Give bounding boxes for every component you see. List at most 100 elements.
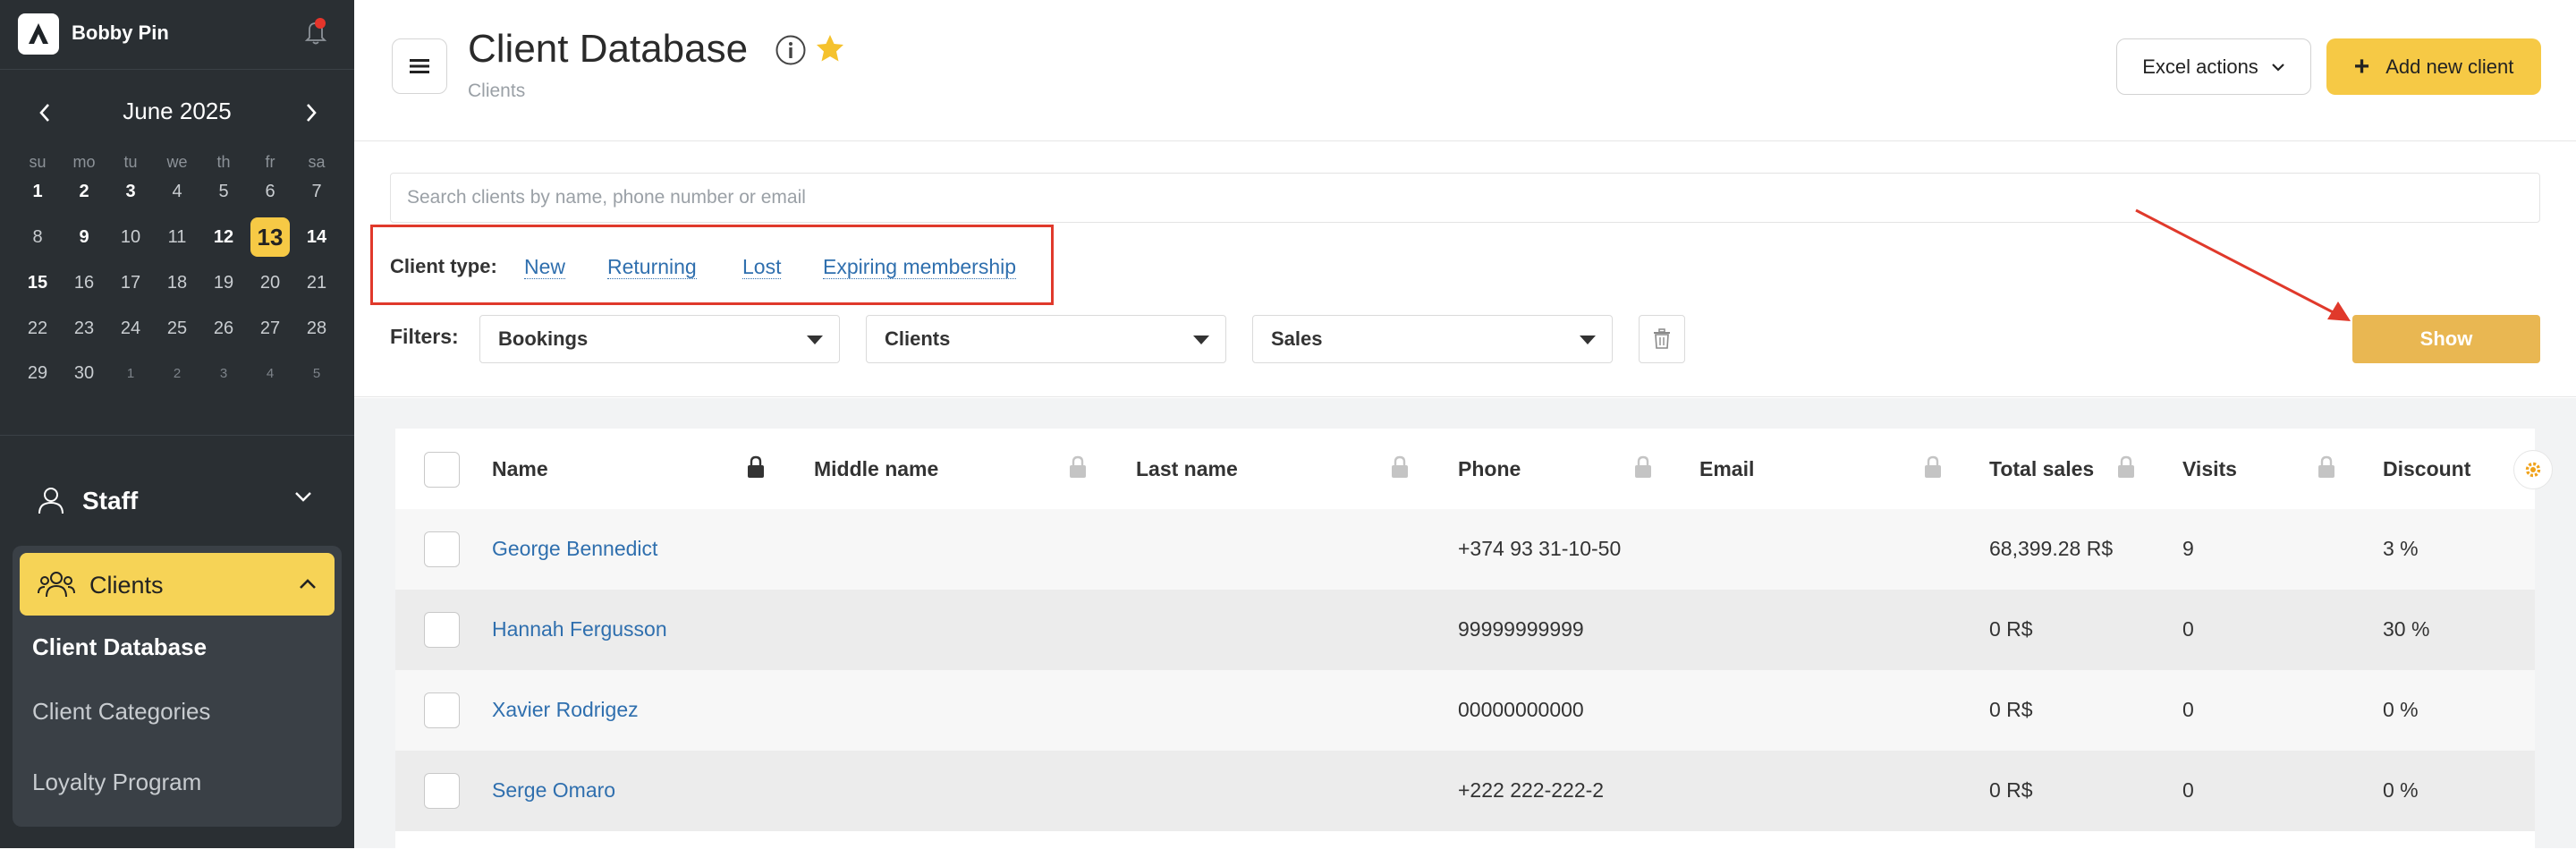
client-type-returning-link[interactable]: Returning — [607, 255, 697, 279]
lock-icon[interactable] — [1923, 455, 1943, 483]
calendar-day[interactable]: 16 — [64, 263, 104, 302]
calendar-day[interactable]: 22 — [18, 309, 57, 348]
select-all-checkbox[interactable] — [424, 452, 460, 488]
breadcrumb[interactable]: Clients — [468, 81, 525, 102]
calendar-day[interactable]: 2 — [157, 353, 197, 393]
add-new-client-label: Add new client — [2385, 55, 2514, 78]
calendar-day[interactable]: 30 — [64, 353, 104, 393]
calendar-day[interactable]: 21 — [297, 263, 336, 302]
favorite-star-icon[interactable] — [815, 33, 845, 68]
table-row[interactable]: Xavier Rodrigez 00000000000 0 R$ 0 0 % — [395, 670, 2535, 751]
client-type-expiring-membership-link[interactable]: Expiring membership — [823, 255, 1017, 279]
column-header-email[interactable]: Email — [1699, 457, 1754, 481]
calendar-day[interactable]: 7 — [297, 172, 336, 211]
total-sales-cell: 68,399.28 R$ — [1989, 537, 2114, 560]
calendar-day[interactable]: 3 — [111, 172, 150, 211]
sidebar-item-staff[interactable]: Staff — [0, 465, 354, 533]
column-header-total-sales[interactable]: Total sales — [1989, 457, 2094, 481]
calendar-day[interactable]: 2 — [64, 172, 104, 211]
row-checkbox[interactable] — [424, 531, 460, 567]
client-name-link[interactable]: Serge Omaro — [492, 778, 615, 803]
lock-icon[interactable] — [1390, 455, 1410, 483]
lock-icon[interactable] — [1068, 455, 1088, 483]
filters-label: Filters: — [390, 325, 459, 348]
calendar-day[interactable]: 12 — [204, 217, 243, 257]
lock-icon[interactable] — [1633, 455, 1653, 483]
calendar-day[interactable]: 29 — [18, 353, 57, 393]
sales-filter-select[interactable]: Sales — [1252, 315, 1613, 363]
calendar-day[interactable]: 8 — [18, 217, 57, 257]
sidebar-subitem-client-categories[interactable]: Client Categories — [32, 698, 210, 726]
calendar-day[interactable]: 27 — [250, 309, 290, 348]
calendar-day[interactable]: 5 — [204, 172, 243, 211]
calendar-day[interactable]: 5 — [297, 353, 336, 393]
calendar-day[interactable]: 1 — [18, 172, 57, 211]
calendar-day[interactable]: 18 — [157, 263, 197, 302]
column-header-discount[interactable]: Discount — [2383, 457, 2470, 481]
app-logo[interactable] — [18, 13, 59, 55]
info-icon[interactable] — [775, 34, 807, 71]
calendar-prev-icon[interactable] — [30, 98, 60, 128]
excel-actions-label: Excel actions — [2142, 55, 2258, 78]
table-row[interactable]: George Bennedict +374 93 31-10-50 68,399.2… — [395, 509, 2535, 590]
visits-cell: 0 — [2182, 698, 2194, 721]
client-type-new-link[interactable]: New — [524, 255, 566, 279]
row-checkbox[interactable] — [424, 773, 460, 809]
weekday-label: we — [166, 153, 188, 171]
calendar-day[interactable]: 20 — [250, 263, 290, 302]
excel-actions-button[interactable]: Excel actions — [2116, 38, 2311, 95]
calendar-day[interactable]: 28 — [297, 309, 336, 348]
chevron-up-icon — [297, 574, 318, 599]
calendar-day[interactable]: 4 — [157, 172, 197, 211]
calendar-day[interactable]: 10 — [111, 217, 150, 257]
sidebar-item-clients[interactable]: Clients — [20, 553, 335, 616]
calendar-day[interactable]: 26 — [204, 309, 243, 348]
calendar-day[interactable]: 3 — [204, 353, 243, 393]
calendar-day[interactable]: 17 — [111, 263, 150, 302]
table-row[interactable]: Serge Omaro +222 222-222-2 0 R$ 0 0 % — [395, 751, 2535, 831]
column-header-last-name[interactable]: Last name — [1136, 457, 1238, 481]
row-checkbox[interactable] — [424, 692, 460, 728]
calendar-day-today[interactable]: 13 — [250, 217, 290, 257]
user-name[interactable]: Bobby Pin — [72, 21, 169, 45]
menu-toggle-button[interactable] — [392, 38, 447, 94]
lock-icon[interactable] — [2116, 455, 2136, 483]
calendar-day[interactable]: 11 — [157, 217, 197, 257]
column-header-name[interactable]: Name — [492, 457, 548, 481]
main-content: Client Database Clients Excel actions + … — [354, 0, 2576, 858]
notifications-bell-icon[interactable] — [302, 18, 329, 47]
sidebar-subitem-loyalty-program[interactable]: Loyalty Program — [32, 769, 201, 796]
sidebar-subitem-client-database[interactable]: Client Database — [32, 633, 207, 661]
calendar-day[interactable]: 4 — [250, 353, 290, 393]
add-new-client-button[interactable]: + Add new client — [2326, 38, 2541, 95]
calendar-day[interactable]: 23 — [64, 309, 104, 348]
calendar-day[interactable]: 15 — [18, 263, 57, 302]
table-row[interactable]: Hannah Fergusson 99999999999 0 R$ 0 30 % — [395, 590, 2535, 670]
row-checkbox[interactable] — [424, 612, 460, 648]
show-button[interactable]: Show — [2352, 315, 2540, 363]
column-header-visits[interactable]: Visits — [2182, 457, 2237, 481]
client-name-link[interactable]: Hannah Fergusson — [492, 617, 667, 641]
table-settings-button[interactable] — [2513, 450, 2553, 489]
column-header-phone[interactable]: Phone — [1458, 457, 1521, 481]
bookings-filter-select[interactable]: Bookings — [479, 315, 840, 363]
calendar-day[interactable]: 14 — [297, 217, 336, 257]
calendar-day[interactable]: 19 — [204, 263, 243, 302]
column-header-middle-name[interactable]: Middle name — [814, 457, 938, 481]
client-name-link[interactable]: Xavier Rodrigez — [492, 698, 639, 722]
calendar-day[interactable]: 25 — [157, 309, 197, 348]
client-type-lost-link[interactable]: Lost — [742, 255, 782, 279]
calendar-day[interactable]: 9 — [64, 217, 104, 257]
lock-icon[interactable] — [2317, 455, 2336, 483]
calendar-day[interactable]: 1 — [111, 353, 150, 393]
calendar-next-icon[interactable] — [296, 98, 326, 128]
lock-icon[interactable] — [746, 455, 766, 483]
calendar-day[interactable]: 24 — [111, 309, 150, 348]
clients-filter-select[interactable]: Clients — [866, 315, 1226, 363]
calendar-day[interactable]: 6 — [250, 172, 290, 211]
calendar-month-label: June 2025 — [123, 98, 232, 124]
clear-filters-button[interactable] — [1639, 315, 1685, 363]
phone-cell: +222 222-222-2 — [1458, 778, 1605, 802]
client-name-link[interactable]: George Bennedict — [492, 537, 657, 561]
search-input[interactable] — [390, 173, 2540, 223]
